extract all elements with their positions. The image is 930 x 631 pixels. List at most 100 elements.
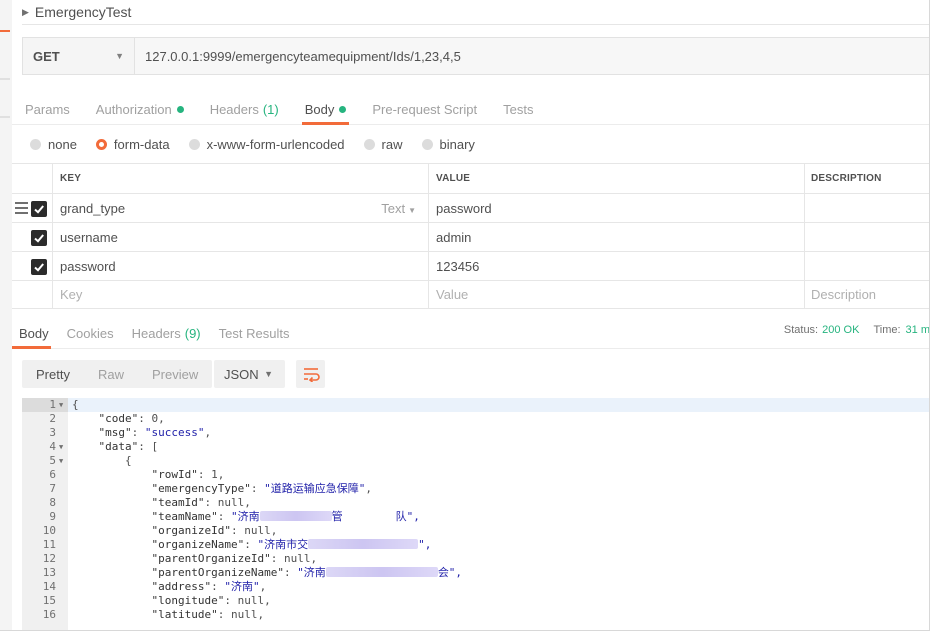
key-value: password xyxy=(60,258,116,274)
sidebar-divider xyxy=(0,78,10,80)
key-cell[interactable]: grand_type Text ▼ xyxy=(52,194,428,222)
radio-label: binary xyxy=(439,136,475,152)
fold-toggle-icon[interactable]: ▼ xyxy=(59,440,63,454)
method-select[interactable]: GET ▼ xyxy=(23,38,135,74)
time-value[interactable]: 31 m xyxy=(906,324,929,336)
value-cell[interactable]: password xyxy=(428,194,804,222)
tab-label: Params xyxy=(25,101,70,117)
type-select[interactable]: Text ▼ xyxy=(381,201,416,216)
code-text: { xyxy=(72,454,132,467)
code-text: "code": 0, xyxy=(98,412,165,425)
tab-test-results[interactable]: Test Results xyxy=(212,320,298,347)
radio-icon[interactable] xyxy=(188,138,200,150)
radio-icon[interactable] xyxy=(30,138,41,150)
row-checkbox[interactable] xyxy=(31,201,47,217)
tab-body[interactable]: Body xyxy=(292,95,360,125)
status-dot-icon xyxy=(339,105,347,113)
radio-icon[interactable] xyxy=(363,138,375,150)
row-handle-cell xyxy=(12,194,52,222)
radio-form-data[interactable]: form-data xyxy=(95,136,170,152)
radio-raw[interactable]: raw xyxy=(363,137,403,152)
line-number: 5 xyxy=(49,454,56,467)
code-line: 5 ▼ { xyxy=(22,454,929,468)
url-input[interactable]: 127.0.0.1:9999/emergencyteamequipment/Id… xyxy=(135,38,929,74)
table-row-empty: Key Value Description xyxy=(12,280,929,309)
tab-label: Test Results xyxy=(218,326,290,341)
expand-caret-icon[interactable]: ▶ xyxy=(22,7,29,18)
line-number: 12 xyxy=(42,552,56,565)
tab-cookies[interactable]: Cookies xyxy=(60,320,122,347)
drag-handle-icon[interactable] xyxy=(15,202,28,214)
code-line: 1 ▼ { xyxy=(22,398,929,412)
code-text: "data": [ xyxy=(98,440,159,453)
radio-none[interactable]: none xyxy=(30,137,77,152)
line-number: 16 xyxy=(42,608,56,621)
radio-icon[interactable] xyxy=(421,138,433,150)
request-tabs: Params Authorization Headers (1) Body Pre… xyxy=(12,95,929,125)
code-line: 4 ▼ "data": [ xyxy=(22,440,929,454)
line-number: 14 xyxy=(42,580,56,593)
wrap-lines-icon xyxy=(303,368,320,382)
tab-authorization[interactable]: Authorization xyxy=(83,95,197,123)
tab-headers[interactable]: Headers (1) xyxy=(197,95,292,123)
value-text: 123456 xyxy=(436,258,480,274)
line-number: 7 xyxy=(49,482,56,495)
code-line: 12 "parentOrganizeId": null, xyxy=(22,552,929,566)
status-area: Status: 200 OK Time: 31 m xyxy=(784,320,929,340)
description-input[interactable]: Description xyxy=(804,281,929,308)
description-cell[interactable] xyxy=(804,252,929,280)
value-input[interactable]: Value xyxy=(428,281,804,308)
code-line: 7 "emergencyType": "道路运输应急保障", xyxy=(22,482,929,496)
code-text: "msg": "success", xyxy=(98,426,212,439)
code-line: 15 "longitude": null, xyxy=(22,594,929,608)
line-number: 8 xyxy=(49,496,56,509)
key-value: grand_type xyxy=(60,200,126,216)
wrap-lines-button[interactable] xyxy=(296,360,325,388)
tab-params[interactable]: Params xyxy=(12,95,83,123)
redacted-blur xyxy=(308,539,419,549)
radio-binary[interactable]: binary xyxy=(421,136,475,152)
line-number: 3 xyxy=(49,426,56,439)
header-description-label: DESCRIPTION xyxy=(811,173,882,184)
value-cell[interactable]: admin xyxy=(428,223,804,251)
request-title-bar[interactable]: ▶ EmergencyTest xyxy=(22,0,929,25)
status-dot-icon xyxy=(176,105,184,113)
raw-button[interactable]: Raw xyxy=(84,360,138,388)
fold-toggle-icon[interactable]: ▼ xyxy=(59,398,63,412)
value-cell[interactable]: 123456 xyxy=(428,252,804,280)
line-number: 4 xyxy=(49,440,56,453)
key-cell[interactable]: username xyxy=(52,223,428,251)
tab-response-headers[interactable]: Headers (9) xyxy=(125,320,209,347)
code-text: "parentOrganizeId": null, xyxy=(151,552,318,565)
tab-count: (9) xyxy=(184,326,201,341)
radio-x-www-form-urlencoded[interactable]: x-www-form-urlencoded xyxy=(188,137,345,152)
row-handle-cell xyxy=(12,252,52,280)
radio-selected-icon[interactable] xyxy=(95,138,107,150)
tab-response-body[interactable]: Body xyxy=(12,320,57,349)
header-description: DESCRIPTION xyxy=(804,164,929,193)
tab-tests[interactable]: Tests xyxy=(490,95,546,123)
description-cell[interactable] xyxy=(804,194,929,222)
table-header-row: KEY VALUE DESCRIPTION xyxy=(12,163,929,193)
format-select[interactable]: JSON ▼ xyxy=(214,360,285,388)
tab-pre-request-script[interactable]: Pre-request Script xyxy=(359,95,490,123)
description-cell[interactable] xyxy=(804,223,929,251)
tab-label: Body xyxy=(19,326,49,341)
key-input[interactable]: Key xyxy=(52,281,428,308)
row-checkbox[interactable] xyxy=(31,230,47,246)
status-badge[interactable]: 200 OK xyxy=(822,324,859,336)
pretty-button[interactable]: Pretty xyxy=(22,360,84,388)
row-checkbox[interactable] xyxy=(31,259,47,275)
preview-button[interactable]: Preview xyxy=(138,360,212,388)
value-text: password xyxy=(436,200,492,216)
radio-label: none xyxy=(48,136,77,152)
response-code-viewer[interactable]: 1 ▼{2 "code": 0, 3 "msg": "success", 4 ▼ "da… xyxy=(22,398,929,630)
fold-toggle-icon[interactable]: ▼ xyxy=(59,454,63,468)
line-number: 6 xyxy=(49,468,56,481)
tab-label: Body xyxy=(304,101,335,117)
code-line: 11 "organizeName": "济南市交 ", xyxy=(22,538,929,552)
radio-label: form-data xyxy=(113,136,170,152)
view-mode-group: Pretty Raw Preview xyxy=(22,360,213,388)
key-cell[interactable]: password xyxy=(52,252,428,280)
code-line: 13 "parentOrganizeName": "济南 会", xyxy=(22,566,929,580)
